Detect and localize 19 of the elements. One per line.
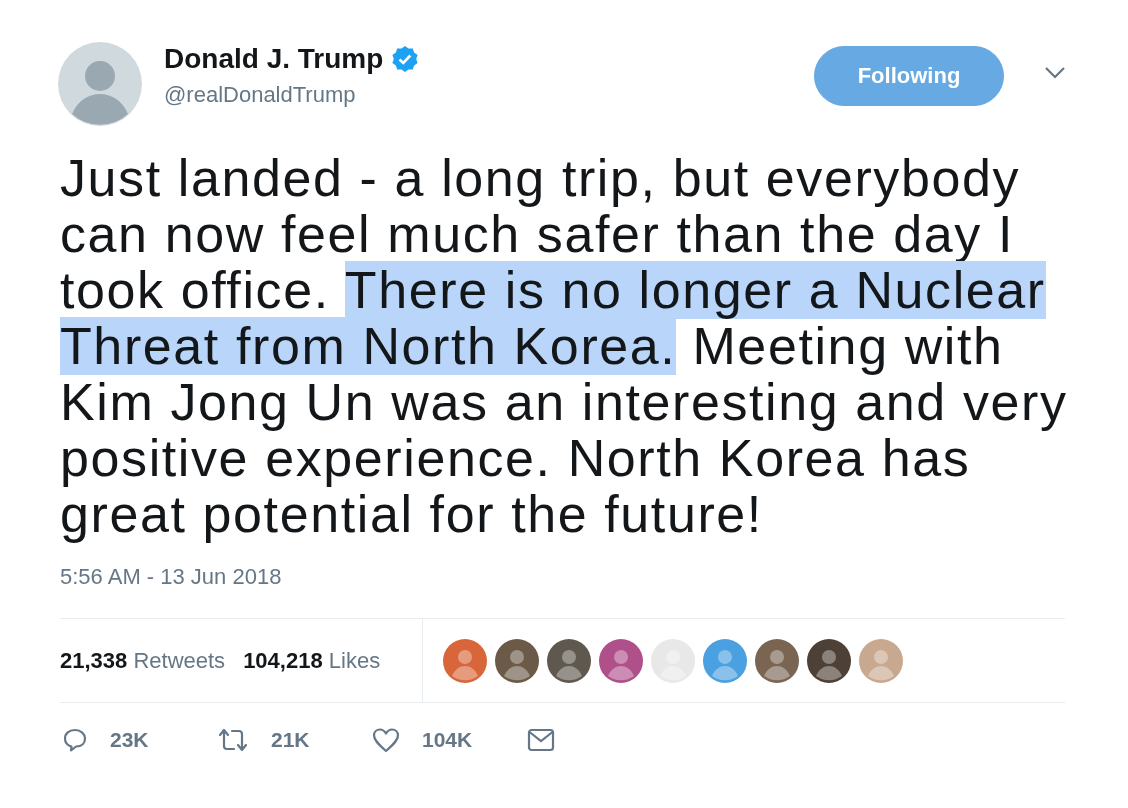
heart-icon[interactable] [372, 727, 400, 753]
avatar-icon[interactable] [755, 638, 799, 683]
envelope-icon[interactable] [527, 728, 555, 752]
author-handle[interactable]: @realDonaldTrump [164, 82, 420, 108]
retweet-icon[interactable] [217, 727, 249, 753]
chevron-down-icon[interactable] [1044, 66, 1066, 80]
stat-link[interactable]: 21,338 Retweets [60, 647, 226, 674]
retweet-count: 21K [271, 728, 310, 752]
avatar-icon[interactable] [495, 638, 539, 683]
avatar-icon[interactable] [547, 638, 591, 683]
avatar-icon[interactable] [807, 638, 851, 683]
avatar-icon[interactable] [599, 638, 643, 683]
tweet-text: Just landed - a long trip, but everybody can now feel much safer than the day I took office. There is no longer a Nuclear Threat from North Korea. Meeting with Kim Jong Un was an interesting and very positive experience. North Korea has great potential for the future! [60, 150, 1068, 542]
like-count: 104K [422, 728, 473, 752]
stat-link[interactable]: 104,218 Likes [243, 647, 381, 674]
author-name[interactable]: Donald J. Trump [164, 42, 384, 76]
tweet-timestamp[interactable]: 5:56 AM - 13 Jun 2018 [60, 564, 1066, 590]
reply-icon[interactable] [62, 727, 88, 753]
reply-count: 23K [110, 728, 149, 752]
